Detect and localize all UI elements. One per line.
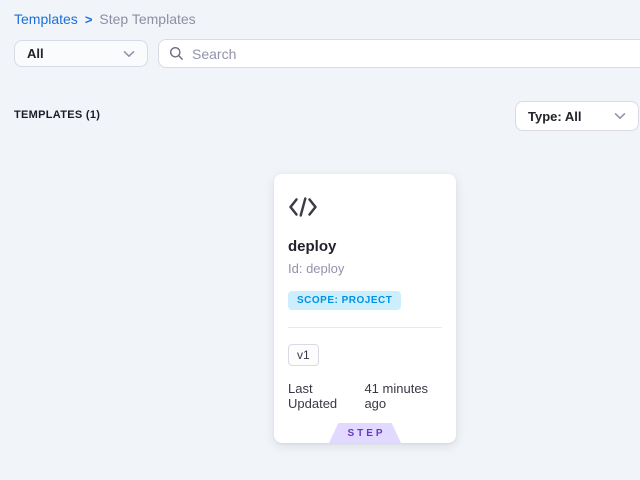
templates-count-label: TEMPLATES (1) [14, 109, 100, 121]
chevron-down-icon [614, 112, 626, 120]
step-templates-page: Templates > Step Templates All TEMPLATES… [0, 0, 640, 480]
scope-filter-value: All [27, 46, 44, 61]
search-icon [169, 46, 184, 61]
breadcrumb-link-templates[interactable]: Templates [14, 11, 78, 27]
template-type-tag: STEP [329, 423, 401, 443]
template-card-deploy[interactable]: deploy Id: deploy SCOPE: PROJECT v1 Last… [274, 174, 456, 443]
scope-badge: SCOPE: PROJECT [288, 291, 401, 310]
last-updated-row: Last Updated 41 minutes ago [288, 381, 442, 411]
search-input[interactable] [192, 46, 637, 62]
template-title: deploy [288, 238, 442, 255]
last-updated-value: 41 minutes ago [364, 381, 442, 411]
template-id: Id: deploy [288, 261, 442, 276]
type-filter-value: Type: All [528, 109, 581, 124]
breadcrumb: Templates > Step Templates [14, 11, 196, 27]
breadcrumb-separator-icon: > [85, 12, 93, 27]
version-chip: v1 [288, 344, 319, 366]
scope-filter-dropdown[interactable]: All [14, 40, 148, 67]
breadcrumb-current-step-templates: Step Templates [99, 11, 195, 27]
card-divider [288, 327, 442, 328]
chevron-down-icon [123, 50, 135, 58]
code-icon [288, 196, 442, 223]
last-updated-label: Last Updated [288, 381, 355, 411]
search-box[interactable] [158, 39, 640, 68]
type-filter-dropdown[interactable]: Type: All [515, 101, 639, 131]
